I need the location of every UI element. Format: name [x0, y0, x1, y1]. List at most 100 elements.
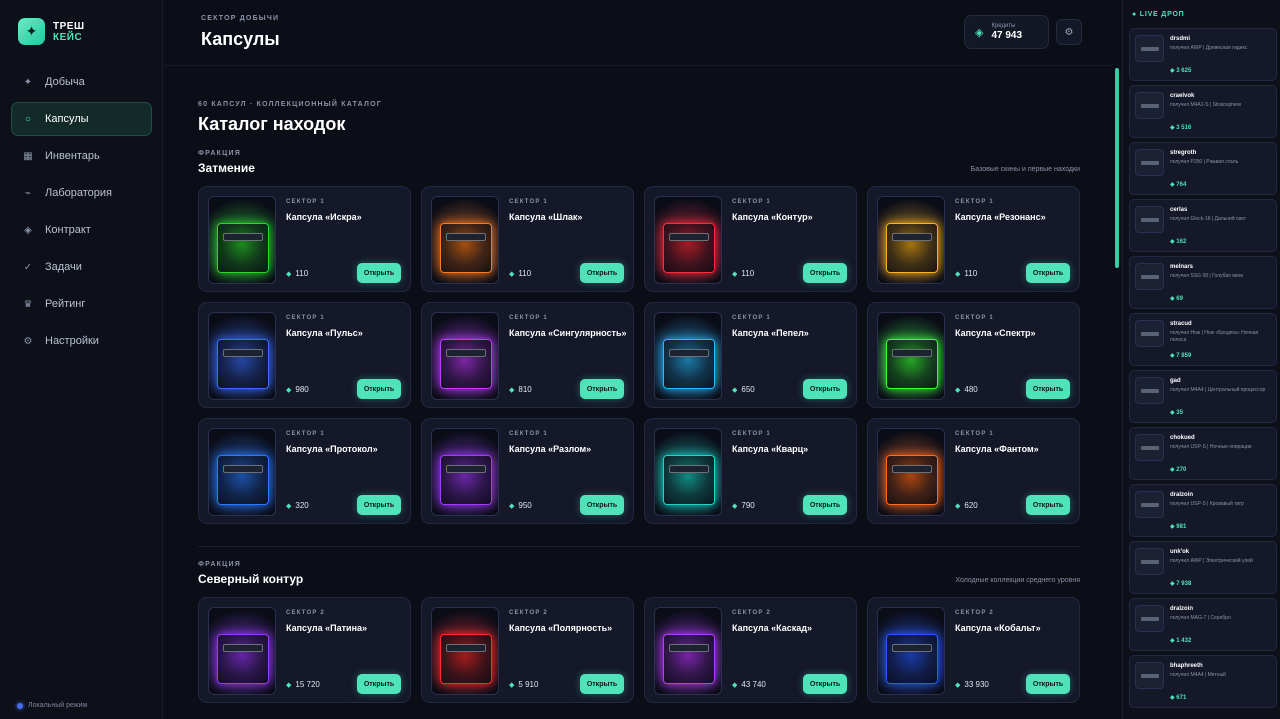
nav-icon: ▦: [23, 150, 33, 162]
weapon-icon: [446, 644, 486, 652]
drop-username: gad: [1170, 378, 1181, 384]
live-drop-item[interactable]: stracud получил Нож | Нож «Бродяга» Ночна…: [1129, 313, 1277, 366]
capsule-box: [440, 339, 492, 389]
diamond-icon: ◆: [286, 502, 292, 510]
capsule-box: [217, 455, 269, 505]
capsule-card[interactable]: СЕКТОР 1 Капсула «Искра» ◆ 110 Открыть: [198, 186, 411, 292]
capsule-image: [431, 428, 499, 516]
drop-price: ◆ 7 859: [1170, 353, 1192, 359]
capsule-card[interactable]: СЕКТОР 1 Капсула «Шлак» ◆ 110 Открыть: [421, 186, 634, 292]
drop-username: dralzoin: [1170, 606, 1194, 612]
drop-price: ◆ 1 432: [1170, 638, 1192, 644]
weapon-icon: [892, 465, 932, 473]
drop-item: получил SSG 08 | Голубая ивое: [1170, 273, 1244, 279]
live-drop-item[interactable]: drsdmi получил AWP | Древесная гидекс ◆ 3 …: [1129, 28, 1277, 81]
scrollbar[interactable]: [1115, 68, 1119, 719]
open-capsule-button[interactable]: Открыть: [803, 263, 847, 283]
diamond-icon: ◈: [975, 26, 984, 39]
live-drop-item[interactable]: cerlas получил Glock-18 | Дальний свет ◆ 1…: [1129, 199, 1277, 252]
live-drop-panel: ● LIVE ДРОП drsdmi получил AWP | Древесна…: [1122, 0, 1280, 719]
capsule-card[interactable]: СЕКТОР 1 Капсула «Разлом» ◆ 950 Открыть: [421, 418, 634, 524]
drop-username: craelvok: [1170, 93, 1195, 99]
open-capsule-button[interactable]: Открыть: [1026, 674, 1070, 694]
sidebar-item[interactable]: ○ Капсулы: [11, 102, 152, 136]
capsule-box: [886, 223, 938, 273]
capsule-card[interactable]: СЕКТОР 1 Капсула «Пепел» ◆ 650 Открыть: [644, 302, 857, 408]
live-drop-item[interactable]: bhaphreeth получил M4A4 | Мятный ◆ 671: [1129, 655, 1277, 708]
live-drop-item[interactable]: unk'ok получил AWP | Электрический улей ◆ …: [1129, 541, 1277, 594]
capsule-card[interactable]: СЕКТОР 1 Капсула «Пульс» ◆ 980 Открыть: [198, 302, 411, 408]
sidebar-item[interactable]: ⌁ Лаборатория: [11, 176, 152, 210]
diamond-icon: ◆: [732, 502, 738, 510]
sidebar-item[interactable]: ♛ Рейтинг: [11, 287, 152, 321]
sidebar-item[interactable]: ◈ Контракт: [11, 213, 152, 247]
open-capsule-button[interactable]: Открыть: [1026, 495, 1070, 515]
live-drop-item[interactable]: stregroth получил P250 | Ржавая сталь ◆ 76…: [1129, 142, 1277, 195]
diamond-icon: ◆: [286, 270, 292, 278]
open-capsule-button[interactable]: Открыть: [357, 263, 401, 283]
capsule-image: [431, 607, 499, 695]
drop-item: получил USP-S | Кровавый тигр: [1170, 501, 1244, 507]
diamond-icon: ◆: [955, 681, 961, 689]
open-capsule-button[interactable]: Открыть: [357, 495, 401, 515]
sidebar-item-label: Лаборатория: [45, 187, 112, 199]
capsule-card[interactable]: СЕКТОР 2 Капсула «Каскад» ◆ 43 740 Открыть: [644, 597, 857, 703]
open-capsule-button[interactable]: Открыть: [803, 495, 847, 515]
live-drop-list: drsdmi получил AWP | Древесная гидекс ◆ 3 …: [1129, 28, 1277, 712]
drop-item: получил M4A4 | Мятный: [1170, 672, 1226, 678]
live-drop-item[interactable]: dralzoin получил MAG-7 | Серебро ◆ 1 432: [1129, 598, 1277, 651]
open-capsule-button[interactable]: Открыть: [580, 263, 624, 283]
scrollbar-thumb[interactable]: [1115, 68, 1119, 268]
open-capsule-button[interactable]: Открыть: [1026, 263, 1070, 283]
capsule-card[interactable]: СЕКТОР 1 Капсула «Резонанс» ◆ 110 Открыть: [867, 186, 1080, 292]
capsule-card[interactable]: СЕКТОР 1 Капсула «Сингулярность» ◆ 810 Откры…: [421, 302, 634, 408]
live-drop-item[interactable]: melnars получил SSG 08 | Голубая ивое ◆ 69: [1129, 256, 1277, 309]
settings-button[interactable]: ⚙: [1056, 19, 1082, 45]
open-capsule-button[interactable]: Открыть: [580, 495, 624, 515]
drop-item: получил M4A4 | Центральный процессор: [1170, 387, 1266, 393]
open-capsule-button[interactable]: Открыть: [357, 674, 401, 694]
open-capsule-button[interactable]: Открыть: [803, 379, 847, 399]
open-capsule-button[interactable]: Открыть: [580, 674, 624, 694]
brand[interactable]: ✦ ТРЕШ КЕЙС: [18, 18, 85, 45]
live-drop-item[interactable]: dralzoin получил USP-S | Кровавый тигр ◆ 9…: [1129, 484, 1277, 537]
open-capsule-button[interactable]: Открыть: [1026, 379, 1070, 399]
capsule-name: Капсула «Искра»: [286, 212, 362, 222]
faction-description: Базовые скины и первые находки: [970, 166, 1080, 173]
capsule-card[interactable]: СЕКТОР 2 Капсула «Патина» ◆ 15 720 Открыть: [198, 597, 411, 703]
credits-widget[interactable]: ◈ Кредиты 47 943: [964, 15, 1049, 49]
live-drop-item[interactable]: gad получил M4A4 | Центральный процессор ◆…: [1129, 370, 1277, 423]
capsule-card[interactable]: СЕКТОР 1 Капсула «Протокол» ◆ 320 Открыть: [198, 418, 411, 524]
open-capsule-button[interactable]: Открыть: [803, 674, 847, 694]
sidebar-item[interactable]: ✓ Задачи: [11, 250, 152, 284]
capsule-card[interactable]: СЕКТОР 1 Капсула «Спектр» ◆ 480 Открыть: [867, 302, 1080, 408]
open-capsule-button[interactable]: Открыть: [580, 379, 624, 399]
drop-username: stregroth: [1170, 150, 1197, 156]
capsule-name: Капсула «Пепел»: [732, 328, 809, 338]
live-drop-item[interactable]: chokued получил USP-S | Ночные операции ◆ …: [1129, 427, 1277, 480]
open-capsule-button[interactable]: Открыть: [357, 379, 401, 399]
nav-icon: ◈: [24, 224, 32, 236]
sidebar-item[interactable]: ⚙ Настройки: [11, 324, 152, 358]
capsule-sector: СЕКТОР 2: [509, 610, 548, 616]
capsule-image: [208, 196, 276, 284]
live-drop-title: ● LIVE ДРОП: [1132, 11, 1185, 18]
drop-price: ◆ 3 625: [1170, 68, 1192, 74]
weapon-icon: [669, 349, 709, 357]
live-drop-item[interactable]: craelvok получил M4A1-S | Stratosphere ◆ 3…: [1129, 85, 1277, 138]
capsule-card[interactable]: СЕКТОР 2 Капсула «Полярность» ◆ 5 910 Открыт…: [421, 597, 634, 703]
drop-item: получил Нож | Нож «Бродяга» Ночная полос…: [1170, 330, 1259, 343]
sidebar-item[interactable]: ▦ Инвентарь: [11, 139, 152, 173]
capsule-price-value: 15 720: [295, 680, 320, 689]
capsule-name: Капсула «Резонанс»: [955, 212, 1046, 222]
sidebar-item[interactable]: ✦ Добыча: [11, 65, 152, 99]
capsule-box: [217, 339, 269, 389]
drop-item: получил P250 | Ржавая сталь: [1170, 159, 1239, 165]
capsule-image: [877, 607, 945, 695]
capsule-name: Капсула «Полярность»: [509, 623, 613, 633]
capsule-card[interactable]: СЕКТОР 2 Капсула «Кобальт» ◆ 33 930 Открыть: [867, 597, 1080, 703]
capsule-card[interactable]: СЕКТОР 1 Капсула «Кварц» ◆ 790 Открыть: [644, 418, 857, 524]
capsule-box: [663, 634, 715, 684]
capsule-card[interactable]: СЕКТОР 1 Капсула «Контур» ◆ 110 Открыть: [644, 186, 857, 292]
capsule-card[interactable]: СЕКТОР 1 Капсула «Фантом» ◆ 620 Открыть: [867, 418, 1080, 524]
